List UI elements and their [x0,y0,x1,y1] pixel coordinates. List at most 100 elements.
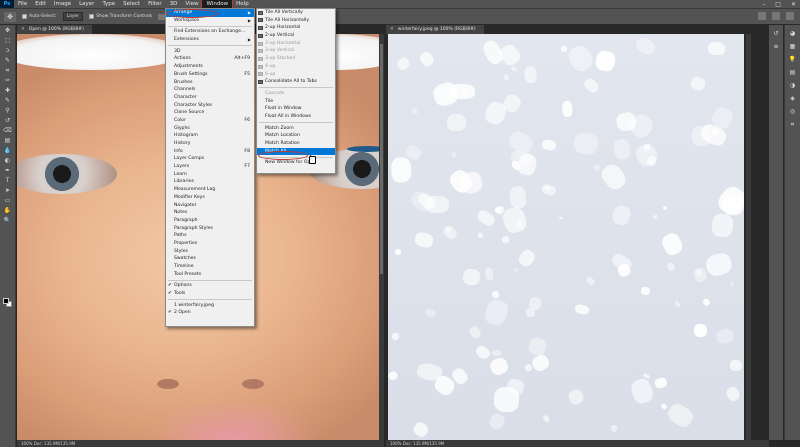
adjustments-panel-icon[interactable]: ◑ [788,81,798,90]
close-icon[interactable]: ✕ [791,1,796,8]
shape-tool-icon[interactable]: ▭ [1,196,15,205]
dodge-tool-icon[interactable]: ◐ [1,156,15,165]
zoom-tool-icon[interactable]: 🔍 [1,216,15,225]
quick-select-icon[interactable]: ✎ [1,56,15,65]
menu-item-styles[interactable]: Styles [166,248,254,256]
auto-select-checkbox[interactable]: Auto-Select: [22,14,57,19]
document-tab-winterfairy[interactable]: ✕ winterfairy.jpeg @ 100% (RGB/8#) [386,25,484,34]
menu-item-layer-comps[interactable]: Layer Comps [166,155,254,163]
history-panel-icon[interactable]: ↺ [771,29,781,38]
menu-item-tile[interactable]: Tile [257,98,335,106]
menu-item-properties[interactable]: Properties [166,240,254,248]
menu-item-brushes[interactable]: Brushes [166,79,254,87]
menu-item-match-all[interactable]: Match All [257,147,335,156]
menu-help[interactable]: Help [232,0,253,8]
healing-brush-icon[interactable]: ✚ [1,86,15,95]
menu-item-clone-source[interactable]: Clone Source [166,109,254,117]
menu-item-learn[interactable]: Learn [166,171,254,179]
menu-item-tools[interactable]: ✔ Tools [166,290,254,298]
menu-item-paragraph-styles[interactable]: Paragraph Styles [166,225,254,233]
menu-item-float-in-window[interactable]: Float in Window [257,105,335,113]
learn-panel-icon[interactable]: 💡 [788,55,798,64]
menu-item-brush-settings[interactable]: Brush Settings F5 [166,71,254,79]
menu-window[interactable]: Window [201,0,234,9]
menu-item-arrange[interactable]: Arrange ▶ [166,9,254,17]
gradient-tool-icon[interactable]: ▤ [1,136,15,145]
menu-item-channels[interactable]: Channels [166,86,254,94]
menu-item-float-all-in-windows[interactable]: Float All in Windows [257,113,335,121]
channels-panel-icon[interactable]: ◎ [788,107,798,116]
menu-item-extensions[interactable]: Extensions ▶ [166,36,254,44]
close-tab-icon[interactable]: ✕ [21,27,25,32]
menu-item-2-up-vertical[interactable]: 2-up Vertical [257,32,335,40]
menu-file[interactable]: File [14,0,31,8]
menu-item-find-extensions-on-exchange[interactable]: Find Extensions on Exchange... [166,28,254,36]
menu-item-actions[interactable]: Actions Alt+F9 [166,55,254,63]
menu-item-measurement-log[interactable]: Measurement Log [166,186,254,194]
menu-item-modifier-keys[interactable]: Modifier Keys [166,194,254,202]
share-icon[interactable] [786,12,794,20]
menu-item-3d[interactable]: 3D [166,48,254,56]
brush-tool-icon[interactable]: ✎ [1,96,15,105]
menu-item-tile-all-horizontally[interactable]: Tile All Horizontally [257,17,335,25]
properties-panel-icon[interactable]: ≡ [771,42,781,51]
menu-item-match-zoom[interactable]: Match Zoom [257,125,335,133]
eyedropper-icon[interactable]: ✑ [1,76,15,85]
menu-item-histogram[interactable]: Histogram [166,132,254,140]
menu-view[interactable]: View [181,0,202,8]
path-select-icon[interactable]: ➤ [1,186,15,195]
menu-item-libraries[interactable]: Libraries [166,178,254,186]
vertical-scrollbar[interactable] [746,34,751,440]
menu-edit[interactable]: Edit [31,0,50,8]
menu-item-paragraph[interactable]: Paragraph [166,217,254,225]
pen-tool-icon[interactable]: ✒ [1,166,15,175]
eraser-tool-icon[interactable]: ⌫ [1,126,15,135]
menu-item-tool-presets[interactable]: Tool Presets [166,271,254,279]
foreground-color-swatch[interactable] [3,298,9,304]
workspace-icon[interactable] [772,12,780,20]
menu-item-color[interactable]: Color F6 [166,117,254,125]
hand-tool-icon[interactable]: ✋ [1,206,15,215]
move-tool-preset-icon[interactable]: ✥ [4,11,16,22]
menu-item-workspace[interactable]: Workspace ▶ [166,17,254,25]
menu-item-tile-all-vertically[interactable]: Tile All Vertically [257,9,335,17]
move-tool-icon[interactable]: ✥ [1,26,15,35]
auto-select-dropdown[interactable]: Layer [62,12,84,21]
menu-item-navigator[interactable]: Navigator [166,202,254,210]
close-tab-icon[interactable]: ✕ [390,27,394,32]
crop-tool-icon[interactable]: ⌗ [1,66,15,75]
menu-type[interactable]: Type [98,0,119,8]
search-icon[interactable] [758,12,766,20]
color-panel-icon[interactable]: ◕ [788,29,798,38]
menu-item-info[interactable]: Info F8 [166,148,254,156]
maximize-icon[interactable]: □ [775,1,781,8]
menu-item-swatches[interactable]: Swatches [166,255,254,263]
menu-item-character[interactable]: Character [166,94,254,102]
menu-item-new-window-for-open[interactable]: New Window for Open [257,159,335,167]
menu-item-2-open[interactable]: ✔ 2 Open [166,309,254,317]
menu-layer[interactable]: Layer [75,0,98,8]
menu-3d[interactable]: 3D [166,0,182,8]
canvas-snow-image[interactable] [388,34,744,440]
menu-item-notes[interactable]: Notes [166,209,254,217]
menu-item-glyphs[interactable]: Glyphs [166,125,254,133]
menu-item-layers[interactable]: Layers F7 [166,163,254,171]
menu-item-match-rotation[interactable]: Match Rotation [257,140,335,148]
lasso-tool-icon[interactable]: ↄ [1,46,15,55]
menu-item-match-location[interactable]: Match Location [257,132,335,140]
menu-item-timeline[interactable]: Timeline [166,263,254,271]
menu-item-1-winterfairy-jpeg[interactable]: 1 winterfairy.jpeg [166,302,254,310]
blur-tool-icon[interactable]: 💧 [1,146,15,155]
document-tab-open[interactable]: ✕ Open @ 100% (RGB/8#) [17,25,92,34]
menu-item-character-styles[interactable]: Character Styles [166,102,254,110]
menu-select[interactable]: Select [119,0,144,8]
history-brush-icon[interactable]: ↺ [1,116,15,125]
menu-item-adjustments[interactable]: Adjustments [166,63,254,71]
swatches-panel-icon[interactable]: ▦ [788,42,798,51]
menu-item-consolidate-all-to-tabs[interactable]: Consolidate All to Tabs [257,78,335,86]
menu-item-history[interactable]: History [166,140,254,148]
clone-stamp-icon[interactable]: ⚲ [1,106,15,115]
scroll-thumb[interactable] [380,44,383,274]
menu-filter[interactable]: Filter [144,0,166,8]
menu-image[interactable]: Image [50,0,75,8]
